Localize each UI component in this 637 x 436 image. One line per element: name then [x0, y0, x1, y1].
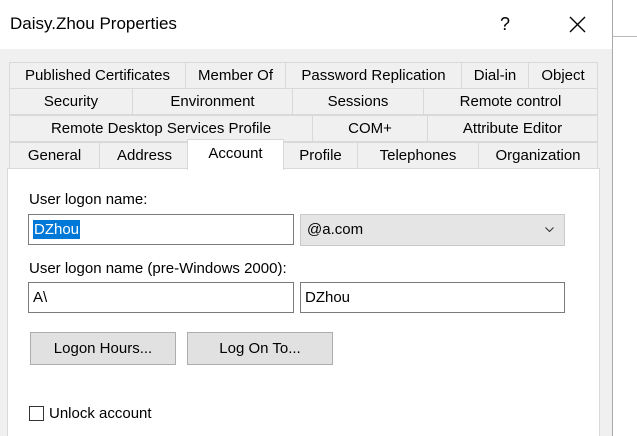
tab-general[interactable]: General	[9, 142, 100, 169]
pre2000-domain-value: A\	[33, 289, 48, 306]
tab-attribute-editor[interactable]: Attribute Editor	[427, 115, 598, 142]
account-tab-panel: User logon name: DZhou @a.com User logon…	[7, 168, 600, 436]
tab-member-of[interactable]: Member Of	[185, 62, 286, 89]
help-icon: ?	[499, 14, 510, 34]
window-title: Daisy.Zhou Properties	[10, 14, 177, 33]
tab-environment[interactable]: Environment	[132, 88, 293, 115]
unlock-account-label[interactable]: Unlock account	[49, 405, 152, 422]
tab-security[interactable]: Security	[9, 88, 133, 115]
pre2000-username-value: DZhou	[305, 289, 351, 306]
domain-suffix-select[interactable]: @a.com	[300, 214, 565, 246]
properties-dialog: Daisy.Zhou Properties ? Published Certif…	[0, 0, 613, 436]
tab-remote-desktop-services-profile[interactable]: Remote Desktop Services Profile	[9, 115, 313, 142]
tab-profile[interactable]: Profile	[283, 142, 358, 169]
tab-telephones[interactable]: Telephones	[357, 142, 479, 169]
tab-password-replication[interactable]: Password Replication	[285, 62, 462, 89]
tab-organization[interactable]: Organization	[478, 142, 598, 169]
domain-suffix-value: @a.com	[307, 221, 364, 238]
pre2000-username-input[interactable]: DZhou	[300, 282, 565, 313]
help-button[interactable]: ?	[482, 0, 528, 49]
pre2000-domain-field: A\	[28, 282, 294, 313]
logon-hours-button[interactable]: Logon Hours...	[30, 332, 176, 365]
tab-com-plus[interactable]: COM+	[312, 115, 428, 142]
logon-name-label: User logon name:	[29, 191, 148, 208]
close-icon	[569, 16, 586, 33]
title-bar[interactable]: Daisy.Zhou Properties ?	[0, 0, 612, 49]
background-window-edge	[612, 36, 637, 37]
tab-sessions[interactable]: Sessions	[292, 88, 424, 115]
tab-published-certificates[interactable]: Published Certificates	[9, 62, 186, 89]
logon-name-value: DZhou	[33, 220, 81, 239]
tab-account[interactable]: Account	[187, 139, 284, 170]
log-on-to-button[interactable]: Log On To...	[187, 332, 333, 365]
pre2000-label: User logon name (pre-Windows 2000):	[29, 260, 287, 277]
unlock-account-checkbox[interactable]	[29, 406, 44, 421]
tab-dial-in[interactable]: Dial-in	[461, 62, 529, 89]
tab-remote-control[interactable]: Remote control	[423, 88, 598, 115]
tab-address[interactable]: Address	[99, 142, 190, 169]
logon-name-input[interactable]: DZhou	[28, 214, 294, 245]
close-button[interactable]	[552, 0, 602, 49]
chevron-down-icon	[545, 227, 554, 233]
tab-object[interactable]: Object	[528, 62, 598, 89]
